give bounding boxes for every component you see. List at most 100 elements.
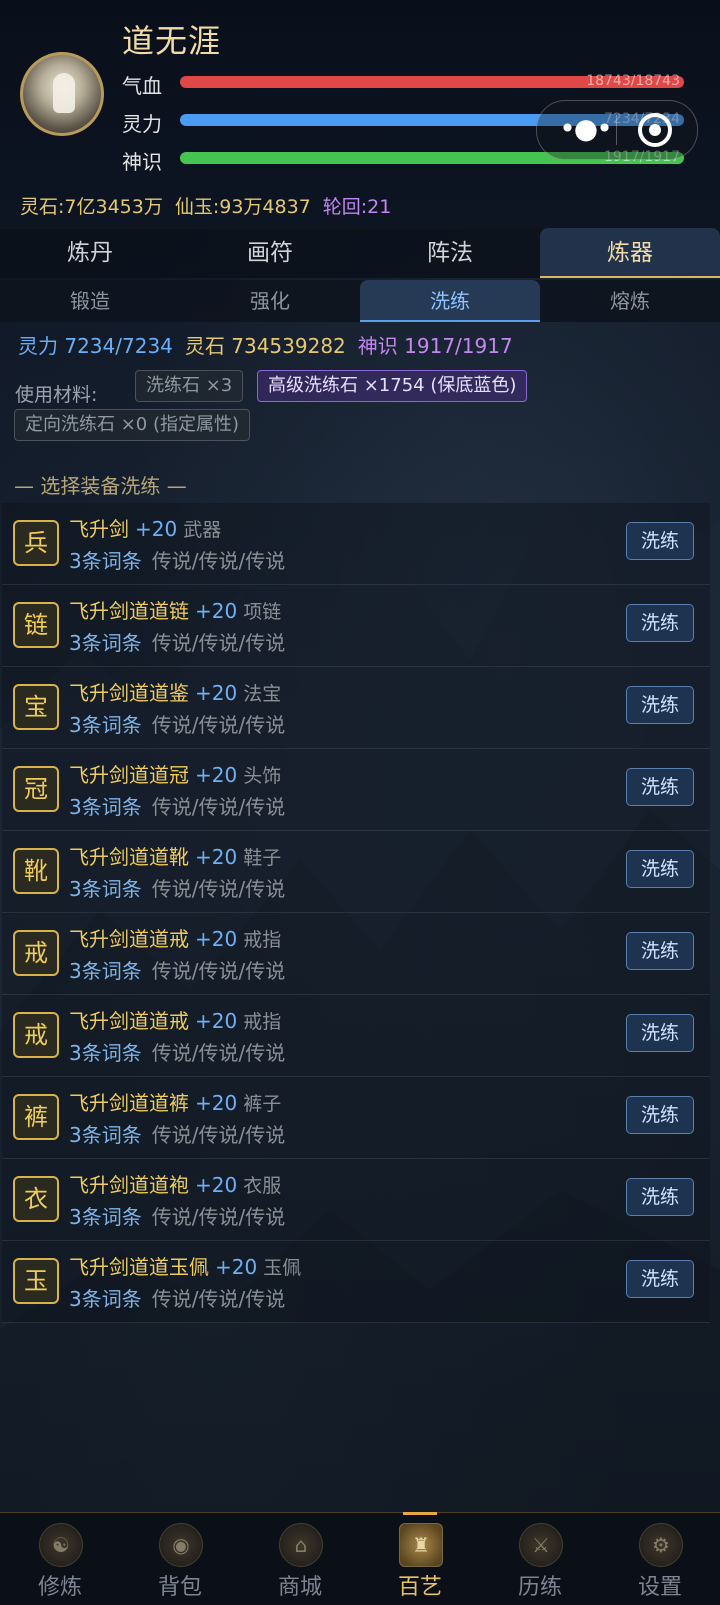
equipment-row-ring-2: 戒 飞升剑道道戒 +20 戒指 3条词条 传说/传说/传说 洗练	[2, 995, 710, 1077]
equipment-level: +20	[135, 517, 178, 541]
equipment-level: +20	[195, 1173, 238, 1197]
equipment-row-weapon: 兵 飞升剑 +20 武器 3条词条 传说/传说/传说 洗练	[2, 503, 710, 585]
equipment-level: +20	[195, 599, 238, 623]
bottom-nav: ☯ 修炼 ◉ 背包 ⌂ 商城 ♜ 百艺 ⚔ 历练 ⚙ 设置	[0, 1512, 720, 1605]
material-reroll-stone[interactable]: 洗练石 ×3	[135, 370, 244, 402]
equipment-type: 武器	[183, 519, 222, 541]
nav-bag[interactable]: ◉ 背包	[120, 1513, 240, 1605]
equipment-row-ring-1: 戒 飞升剑道道戒 +20 戒指 3条词条 传说/传说/传说 洗练	[2, 913, 710, 995]
boots-slot-icon: 靴	[13, 848, 59, 894]
treasure-slot-icon: 宝	[13, 684, 59, 730]
equipment-name: 飞升剑道道袍	[69, 1173, 189, 1197]
tab-refining[interactable]: 炼器	[540, 228, 720, 278]
reincarnation-count: 轮回:21	[322, 196, 392, 218]
equipment-name: 飞升剑道道戒	[69, 1009, 189, 1033]
more-icon[interactable]: •●•	[555, 109, 615, 149]
nav-adventure[interactable]: ⚔ 历练	[480, 1513, 600, 1605]
equipment-name: 飞升剑道道靴	[69, 845, 189, 869]
nav-label: 设置	[637, 1575, 682, 1600]
reroll-button[interactable]: 洗练	[626, 522, 694, 560]
subtab-smelt[interactable]: 熔炼	[540, 280, 720, 322]
reroll-button[interactable]: 洗练	[626, 932, 694, 970]
nav-label: 百艺	[397, 1575, 442, 1600]
affix-count: 3条词条	[69, 959, 142, 983]
shop-icon: ⌂	[279, 1523, 323, 1567]
equipment-type: 鞋子	[243, 847, 282, 869]
equipment-row-boots: 靴 飞升剑道道靴 +20 鞋子 3条词条 传说/传说/传说 洗练	[2, 831, 710, 913]
affix-quality: 传说/传说/传说	[151, 631, 286, 655]
nav-label: 背包	[157, 1575, 202, 1600]
affix-count: 3条词条	[69, 1287, 142, 1311]
section-title: — 选择装备洗练 —	[14, 474, 187, 498]
necklace-slot-icon: 链	[13, 602, 59, 648]
tab-formation[interactable]: 阵法	[360, 228, 540, 278]
nav-crafts[interactable]: ♜ 百艺	[360, 1512, 480, 1605]
equipment-type: 戒指	[243, 929, 282, 951]
hp-value: 18743/18743	[586, 73, 680, 89]
equipment-name: 飞升剑道道鉴	[69, 681, 189, 705]
affix-quality: 传说/传说/传说	[151, 877, 286, 901]
material-directed-reroll-stone[interactable]: 定向洗练石 ×0 (指定属性)	[14, 409, 251, 441]
hp-bar: 18743/18743	[180, 73, 684, 89]
reroll-button[interactable]: 洗练	[626, 1096, 694, 1134]
subtab-forge[interactable]: 锻造	[0, 280, 180, 322]
reroll-button[interactable]: 洗练	[626, 1014, 694, 1052]
tab-talisman[interactable]: 画符	[180, 228, 360, 278]
material-advanced-reroll-stone[interactable]: 高级洗练石 ×1754 (保底蓝色)	[257, 370, 528, 402]
affix-count: 3条词条	[69, 1041, 142, 1065]
tab-alchemy[interactable]: 炼丹	[0, 228, 180, 278]
avatar[interactable]	[20, 52, 104, 136]
spirit-stone-count: 灵石:7亿3453万	[20, 196, 163, 218]
pendant-slot-icon: 玉	[13, 1258, 59, 1304]
jade-count: 仙玉:93万4837	[174, 196, 311, 218]
reroll-button[interactable]: 洗练	[626, 1178, 694, 1216]
equipment-level: +20	[195, 1091, 238, 1115]
equipment-level: +20	[195, 763, 238, 787]
equipment-name: 飞升剑道道冠	[69, 763, 189, 787]
nav-cultivate[interactable]: ☯ 修炼	[0, 1513, 120, 1605]
nav-label: 商城	[277, 1575, 322, 1600]
equipment-name: 飞升剑道道戒	[69, 927, 189, 951]
adventure-icon: ⚔	[519, 1523, 563, 1567]
reroll-button[interactable]: 洗练	[626, 604, 694, 642]
equipment-type: 法宝	[243, 683, 282, 705]
mp-label: 灵力	[122, 112, 162, 136]
reroll-button[interactable]: 洗练	[626, 1260, 694, 1298]
equipment-type: 裤子	[243, 1093, 282, 1115]
affix-quality: 传说/传说/传说	[151, 1205, 286, 1229]
affix-count: 3条词条	[69, 1205, 142, 1229]
ring-slot-icon: 戒	[13, 1012, 59, 1058]
pants-slot-icon: 裤	[13, 1094, 59, 1140]
refining-subtabs: 锻造 强化 洗练 熔炼	[0, 280, 720, 322]
mana-resource: 灵力 7234/7234	[18, 334, 173, 358]
equipment-type: 头饰	[243, 765, 282, 787]
ring-slot-icon: 戒	[13, 930, 59, 976]
reroll-button[interactable]: 洗练	[626, 850, 694, 888]
nav-shop[interactable]: ⌂ 商城	[240, 1513, 360, 1605]
equipment-level: +20	[195, 845, 238, 869]
currency-bar: 灵石:7亿3453万 仙玉:93万4837 轮回:21	[20, 192, 391, 219]
bag-icon: ◉	[159, 1523, 203, 1567]
equipment-row-pants: 裤 飞升剑道道裤 +20 裤子 3条词条 传说/传说/传说 洗练	[2, 1077, 710, 1159]
craft-tabs: 炼丹 画符 阵法 炼器	[0, 228, 720, 278]
affix-quality: 传说/传说/传说	[151, 1123, 286, 1147]
stone-resource: 灵石 734539282	[184, 334, 346, 358]
nav-settings[interactable]: ⚙ 设置	[600, 1513, 720, 1605]
affix-count: 3条词条	[69, 549, 142, 573]
equipment-level: +20	[215, 1255, 258, 1279]
affix-count: 3条词条	[69, 1123, 142, 1147]
subtab-enhance[interactable]: 强化	[180, 280, 360, 322]
sp-label: 神识	[122, 150, 162, 174]
affix-count: 3条词条	[69, 631, 142, 655]
reroll-button[interactable]: 洗练	[626, 686, 694, 724]
settings-icon: ⚙	[639, 1523, 683, 1567]
reroll-button[interactable]: 洗练	[626, 768, 694, 806]
cultivate-icon: ☯	[39, 1523, 83, 1567]
equipment-row-crown: 冠 飞升剑道道冠 +20 头饰 3条词条 传说/传说/传说 洗练	[2, 749, 710, 831]
affix-count: 3条词条	[69, 795, 142, 819]
subtab-reroll[interactable]: 洗练	[360, 280, 540, 322]
nav-label: 修炼	[37, 1575, 82, 1600]
player-header: 道无涯 气血 18743/18743 灵力 7234/7234 神识 1917/…	[0, 0, 720, 229]
equipment-level: +20	[195, 927, 238, 951]
close-target-icon[interactable]	[638, 113, 672, 147]
